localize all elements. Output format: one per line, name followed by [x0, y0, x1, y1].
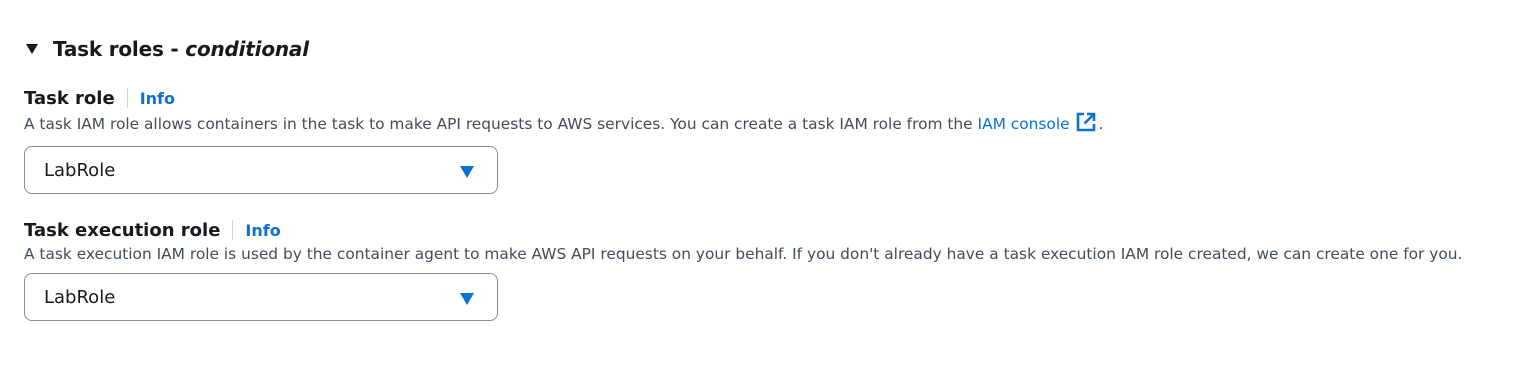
- task-execution-role-description: A task execution IAM role is used by the…: [24, 245, 1463, 263]
- task-execution-role-label: Task execution role: [24, 219, 221, 241]
- label-divider: [126, 88, 128, 108]
- caret-down-icon: [24, 41, 40, 57]
- external-link-icon: [1075, 111, 1097, 140]
- task-execution-role-selected-value: LabRole: [44, 286, 116, 308]
- task-role-selected-value: LabRole: [44, 159, 116, 181]
- section-title-text: Task roles -: [53, 37, 186, 61]
- task-roles-panel: Task roles - conditional Task role Info …: [0, 0, 1536, 378]
- task-role-field: Task role Info A task IAM role allows co…: [24, 86, 1512, 194]
- task-role-info-link[interactable]: Info: [140, 89, 175, 108]
- task-execution-role-select[interactable]: LabRole: [24, 273, 498, 321]
- label-divider: [232, 220, 234, 240]
- section-title: Task roles - conditional: [53, 37, 309, 61]
- section-title-conditional: conditional: [185, 37, 309, 61]
- caret-down-icon: [459, 164, 475, 178]
- caret-down-icon: [459, 291, 475, 305]
- task-role-description-text: A task IAM role allows containers in the…: [24, 115, 978, 133]
- task-role-label: Task role: [24, 87, 115, 109]
- task-role-description: A task IAM role allows containers in the…: [24, 111, 1512, 140]
- task-roles-section-toggle[interactable]: Task roles - conditional: [24, 34, 309, 64]
- task-role-label-row: Task role Info: [24, 86, 1512, 110]
- task-role-description-suffix: .: [1098, 115, 1104, 133]
- task-execution-role-label-row: Task execution role Info: [24, 218, 1512, 242]
- task-role-select[interactable]: LabRole: [24, 146, 498, 194]
- iam-console-link-text: IAM console: [977, 115, 1070, 133]
- task-execution-role-info-link[interactable]: Info: [245, 221, 280, 240]
- iam-console-link[interactable]: IAM console: [977, 112, 1099, 133]
- task-execution-role-field: Task execution role Info A task executio…: [24, 218, 1512, 321]
